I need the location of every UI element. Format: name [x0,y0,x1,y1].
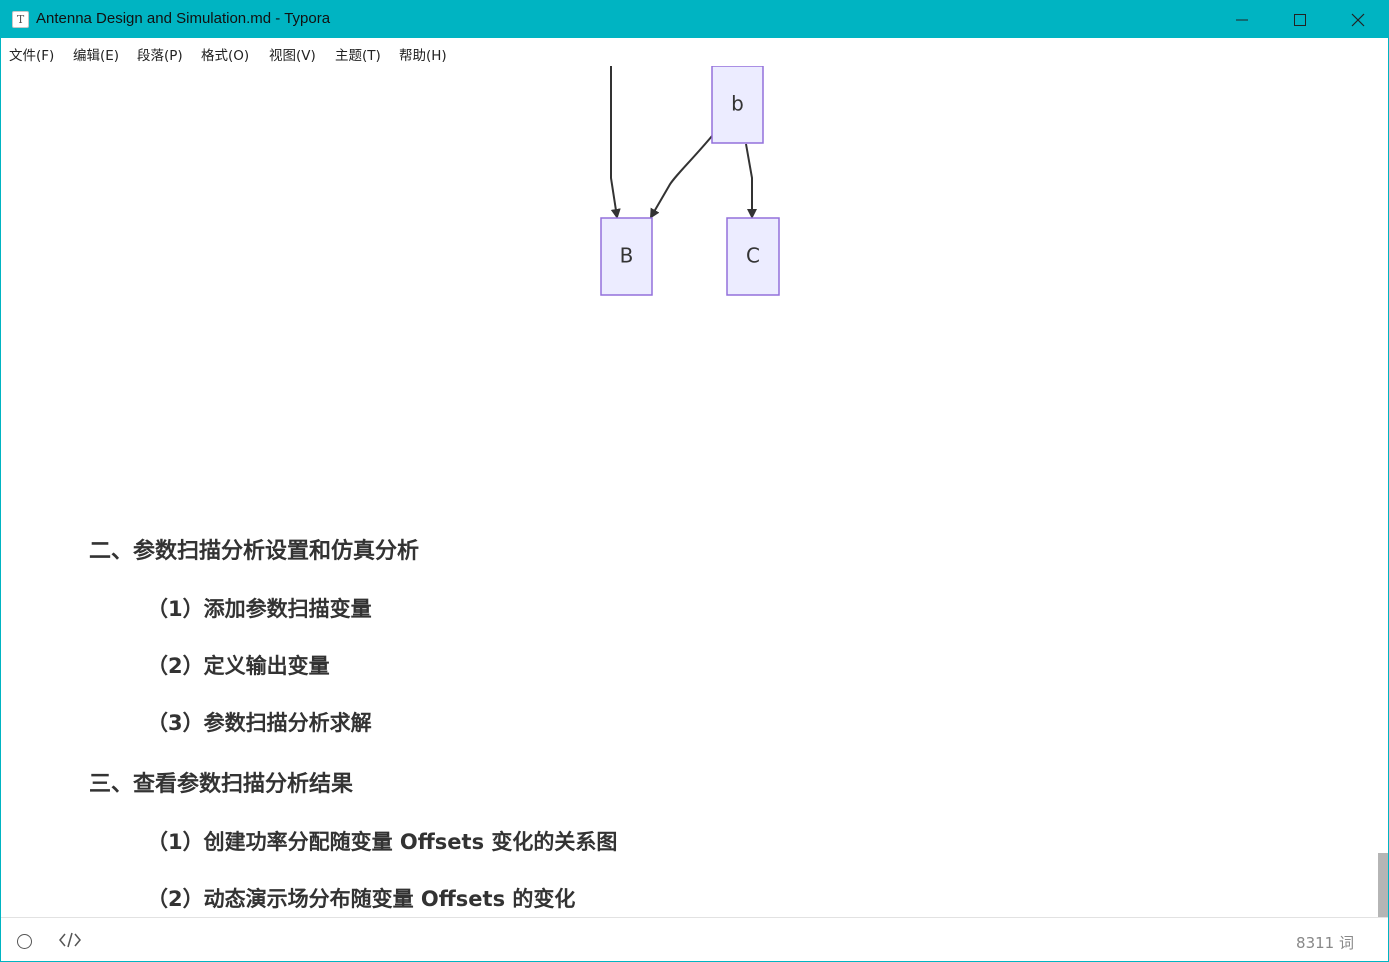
menu-theme[interactable]: 主题(T) [335,44,381,64]
minimize-icon [1236,19,1248,21]
node-b-label: b [731,92,744,116]
edge-b-to-B [649,135,713,219]
menu-help[interactable]: 帮助(H) [399,44,447,64]
editor-content[interactable]: b B C 二、参数扫描分析设置和仿真分析 （1）添加参数扫描变量 （2）定义输… [1,66,1377,917]
node-B-label: B [620,244,634,268]
scrollbar-thumb[interactable] [1378,853,1388,917]
maximize-icon [1294,14,1306,26]
close-icon [1351,13,1365,27]
typora-window: T Antenna Design and Simulation.md - Typ… [0,0,1389,962]
window-title: Antenna Design and Simulation.md - Typor… [36,10,331,27]
heading-section-3[interactable]: 三、查看参数扫描分析结果 [89,766,353,798]
minimize-button[interactable] [1213,1,1271,38]
heading-2-2[interactable]: （2）定义输出变量 [147,650,330,680]
close-button[interactable] [1329,1,1387,38]
status-bar: 8311 词 [1,917,1388,961]
heading-2-3[interactable]: （3）参数扫描分析求解 [147,707,372,737]
heading-2-1[interactable]: （1）添加参数扫描变量 [147,593,372,623]
heading-3-1[interactable]: （1）创建功率分配随变量 Offsets 变化的关系图 [147,826,617,856]
menu-paragraph[interactable]: 段落(P) [137,44,183,64]
edge-to-B-from-above [610,66,621,219]
heading-section-2[interactable]: 二、参数扫描分析设置和仿真分析 [89,533,419,565]
menu-file[interactable]: 文件(F) [9,44,54,64]
maximize-button[interactable] [1271,1,1329,38]
title-bar: T Antenna Design and Simulation.md - Typ… [1,1,1388,38]
mermaid-flowchart: b B C [600,66,780,296]
node-b: b [711,66,764,144]
circle-icon[interactable] [17,934,32,949]
heading-3-2[interactable]: （2）动态演示场分布随变量 Offsets 的变化 [147,883,575,913]
code-icon[interactable] [59,932,81,948]
menu-edit[interactable]: 编辑(E) [73,44,119,64]
menu-view[interactable]: 视图(V) [269,44,316,64]
node-B: B [600,217,653,296]
menu-format[interactable]: 格式(O) [201,44,249,64]
menu-bar: 文件(F) 编辑(E) 段落(P) 格式(O) 视图(V) 主题(T) 帮助(H… [1,38,1388,66]
node-C: C [726,217,780,296]
node-C-label: C [746,244,760,268]
vertical-scrollbar[interactable] [1377,66,1388,917]
edge-b-to-C [745,143,757,219]
typora-app-icon: T [12,11,29,28]
word-count[interactable]: 8311 词 [1296,932,1354,953]
